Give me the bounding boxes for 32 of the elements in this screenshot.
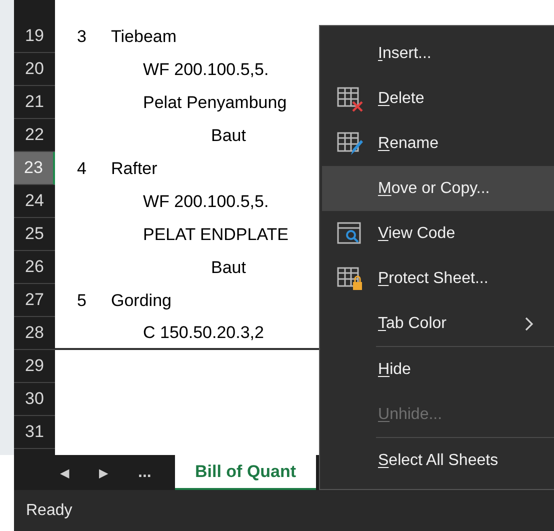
- item-name: Pelat Penyambung: [142, 92, 287, 114]
- item-name: PELAT ENDPLATE: [142, 224, 288, 246]
- item-name: Tiebeam: [110, 26, 177, 48]
- item-number: 4: [76, 158, 88, 180]
- menu-item[interactable]: Move or Copy...: [322, 166, 554, 211]
- more-sheets-button[interactable]: ...: [138, 460, 152, 484]
- item-number: 3: [76, 26, 88, 48]
- view-code-icon: [336, 220, 364, 246]
- menu-item[interactable]: Protect Sheet...: [322, 256, 554, 301]
- delete-sheet-icon: [336, 86, 364, 112]
- item-name: Gording: [110, 290, 172, 312]
- menu-item[interactable]: Tab Color: [322, 301, 554, 346]
- row-header[interactable]: 23: [14, 152, 55, 185]
- item-name: Rafter: [110, 158, 158, 180]
- item-name: WF 200.100.5,5.: [142, 58, 269, 81]
- status-text: Ready: [26, 500, 72, 520]
- menu-item[interactable]: Hide: [322, 347, 554, 392]
- menu-item[interactable]: Rename: [322, 121, 554, 166]
- menu-item[interactable]: Insert...: [322, 31, 554, 76]
- item-name: Baut: [210, 256, 246, 279]
- sheet-tab[interactable]: Bill of Quant: [175, 455, 316, 490]
- rename-sheet-icon: [336, 130, 364, 156]
- item-number: 5: [76, 290, 88, 312]
- next-sheet-button[interactable]: ▶: [99, 464, 108, 482]
- menu-item[interactable]: View Code: [322, 211, 554, 256]
- menu-item[interactable]: Delete: [322, 76, 554, 121]
- item-name: Baut: [210, 124, 246, 147]
- menu-item[interactable]: Select All Sheets: [322, 438, 554, 483]
- protect-sheet-icon: [336, 266, 364, 292]
- previous-sheet-button[interactable]: ◀: [60, 464, 69, 482]
- item-name: WF 200.100.5,5.: [142, 190, 269, 213]
- item-name: C 150.50.20.3,2: [142, 322, 264, 344]
